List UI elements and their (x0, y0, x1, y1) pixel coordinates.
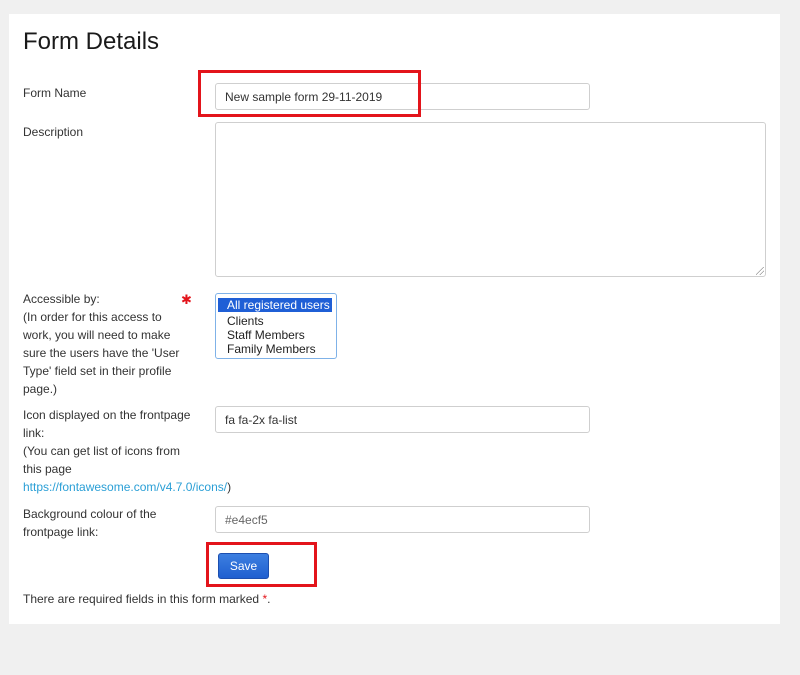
accessible-by-help: (In order for this access to work, you w… (23, 310, 180, 396)
listbox-option[interactable]: Staff Members (218, 328, 336, 342)
icon-input[interactable] (215, 406, 590, 433)
fontawesome-link[interactable]: https://fontawesome.com/v4.7.0/icons/ (23, 480, 227, 494)
listbox-option[interactable]: Family Members (218, 342, 336, 356)
accessible-by-label: Accessible by: (In order for this access… (23, 290, 183, 398)
form-name-highlight-box (198, 70, 421, 117)
icon-help-close: ) (227, 480, 232, 494)
required-note-text: There are required fields in this form m… (23, 592, 260, 606)
required-note-period: . (267, 592, 271, 606)
description-textarea[interactable] (215, 122, 766, 277)
required-asterisk-icon: ✱ (181, 292, 192, 307)
form-name-label: Form Name (23, 86, 87, 100)
listbox-option[interactable]: Clients (218, 314, 336, 328)
resize-grip-icon[interactable] (756, 267, 764, 275)
icon-label-title: Icon displayed on the frontpage link: (23, 408, 191, 440)
description-label: Description (23, 125, 84, 139)
accessible-by-listbox[interactable]: All registered users Clients Staff Membe… (215, 293, 337, 359)
accessible-by-title: Accessible by: (23, 292, 100, 306)
description-wrapper (215, 122, 766, 277)
listbox-option-selected[interactable]: All registered users (218, 298, 332, 312)
listbox-option[interactable]: All registered users (218, 296, 336, 314)
save-button[interactable]: Save (218, 553, 269, 579)
form-details-panel: Form Details Form Name Description Acces… (9, 14, 780, 624)
bg-colour-label: Background colour of the frontpage link: (23, 507, 157, 539)
page-title: Form Details (23, 28, 160, 55)
bg-colour-input[interactable] (215, 506, 590, 533)
icon-label: Icon displayed on the frontpage link: (Y… (23, 406, 231, 496)
required-fields-note: There are required fields in this form m… (23, 592, 270, 606)
icon-label-help: (You can get list of icons from this pag… (23, 444, 180, 476)
